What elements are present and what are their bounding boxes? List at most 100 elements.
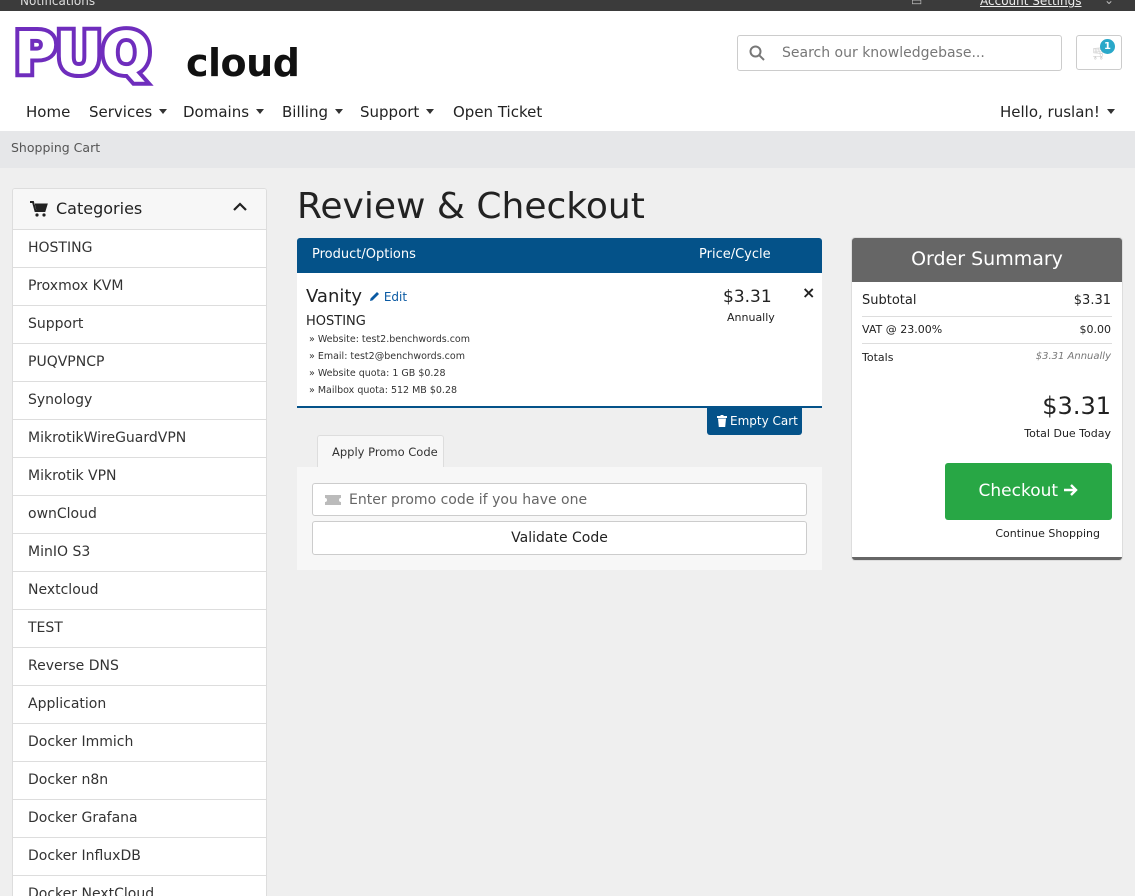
category-item[interactable]: Support <box>13 306 266 344</box>
nav-home[interactable]: Home <box>26 103 70 121</box>
edit-label: Edit <box>383 290 408 304</box>
product-group: HOSTING <box>306 314 366 329</box>
category-item[interactable]: Reverse DNS <box>13 648 266 686</box>
column-header-product: Product/Options <box>312 247 416 262</box>
product-option: » Website: test2.benchwords.com <box>309 334 470 345</box>
remove-item-button[interactable]: × <box>802 283 815 302</box>
promo-code-field <box>312 483 807 516</box>
edit-link[interactable]: Edit <box>369 290 407 304</box>
totals-value: $3.31 Annually <box>1035 351 1111 362</box>
category-label: TEST <box>28 620 63 636</box>
category-item[interactable]: TEST <box>13 610 266 648</box>
order-summary-title: Order Summary <box>911 248 1063 270</box>
empty-cart-label: Empty Cart <box>730 414 798 428</box>
category-item[interactable]: MikrotikWireGuardVPN <box>13 420 266 458</box>
tab-apply-promo-code[interactable]: Apply Promo Code <box>317 435 444 468</box>
language-icon[interactable]: ▭ <box>911 0 922 8</box>
notifications-link[interactable]: Notifications <box>20 0 95 8</box>
promo-panel: Validate Code <box>297 467 822 570</box>
product-option: » Mailbox quota: 512 MB $0.28 <box>309 385 458 396</box>
nav-services[interactable]: Services <box>89 103 168 121</box>
nav-open-ticket[interactable]: Open Ticket <box>453 103 542 121</box>
billing-cycle: Annually <box>727 311 775 324</box>
page-title: Review & Checkout <box>297 186 645 227</box>
search-box <box>737 35 1062 71</box>
nav-billing[interactable]: Billing <box>282 103 343 121</box>
category-label: Docker NextCloud <box>28 886 155 896</box>
category-item[interactable]: PUQVPNCP <box>13 344 266 382</box>
category-label: Docker InfluxDB <box>28 848 141 864</box>
header: PUQ cloud 🛒︎ 1 Home Services Domains Bil… <box>0 11 1135 131</box>
category-label: Docker Immich <box>28 734 134 750</box>
category-item[interactable]: Synology <box>13 382 266 420</box>
category-label: HOSTING <box>28 240 93 256</box>
checkout-button[interactable]: Checkout <box>945 463 1112 520</box>
cart-table-header: Product/Options Price/Cycle <box>297 238 822 273</box>
category-label: Application <box>28 696 107 712</box>
category-label: Synology <box>28 392 93 408</box>
search-icon <box>749 45 765 61</box>
account-settings-link[interactable]: Account Settings <box>980 0 1081 8</box>
total-due-label: Total Due Today <box>1024 427 1111 440</box>
category-item[interactable]: Nextcloud <box>13 572 266 610</box>
category-item[interactable]: Docker Grafana <box>13 800 266 838</box>
order-summary: Order Summary Subtotal $3.31 VAT @ 23.00… <box>852 238 1122 560</box>
caret-down-icon <box>1106 109 1115 114</box>
category-item[interactable]: Docker Immich <box>13 724 266 762</box>
caret-down-icon <box>426 109 435 114</box>
product-price: $3.31 <box>723 287 772 307</box>
ticket-icon <box>325 495 341 505</box>
vat-value: $0.00 <box>1079 323 1112 336</box>
caret-down-icon <box>159 109 168 114</box>
continue-shopping-link[interactable]: Continue Shopping <box>995 527 1100 540</box>
category-label: ownCloud <box>28 506 97 522</box>
category-label: Support <box>28 316 84 332</box>
product-option: » Email: test2@benchwords.com <box>309 351 465 362</box>
category-item[interactable]: Docker NextCloud <box>13 876 266 896</box>
categories-title: Categories <box>56 199 143 218</box>
category-item[interactable]: Docker InfluxDB <box>13 838 266 876</box>
nav-billing-label: Billing <box>282 103 328 121</box>
category-item[interactable]: HOSTING <box>13 230 266 268</box>
category-item[interactable]: MinIO S3 <box>13 534 266 572</box>
pencil-icon <box>370 292 379 301</box>
category-item[interactable]: Docker n8n <box>13 762 266 800</box>
promo-code-input[interactable] <box>349 484 799 515</box>
chevron-down-icon[interactable]: ⌄ <box>1104 0 1114 7</box>
nav-support[interactable]: Support <box>360 103 435 121</box>
arrow-right-icon <box>1064 484 1079 496</box>
category-label: Docker Grafana <box>28 810 138 826</box>
nav-services-label: Services <box>89 103 153 121</box>
product-option: » Website quota: 1 GB $0.28 <box>309 368 446 379</box>
chevron-up-icon[interactable] <box>232 201 248 213</box>
category-label: Reverse DNS <box>28 658 119 674</box>
vat-label: VAT @ 23.00% <box>862 323 943 336</box>
category-item[interactable]: ownCloud <box>13 496 266 534</box>
logo-wordmark: cloud <box>186 41 300 85</box>
checkout-label: Checkout <box>978 481 1059 501</box>
caret-down-icon <box>335 109 343 114</box>
nav-domains[interactable]: Domains <box>183 103 265 121</box>
categories-header[interactable]: Categories <box>13 189 266 230</box>
subtotal-value: $3.31 <box>1073 293 1111 308</box>
cart-button[interactable]: 🛒︎ 1 <box>1076 35 1122 70</box>
divider <box>862 343 1112 344</box>
category-label: Docker n8n <box>28 772 109 788</box>
cart-item-row: Vanity Edit HOSTING » Website: test2.ben… <box>297 273 822 408</box>
nav-user-menu[interactable]: Hello, ruslan! <box>1000 103 1115 121</box>
trash-icon <box>717 415 727 427</box>
search-input[interactable] <box>782 36 1052 70</box>
cart-table: Product/Options Price/Cycle Vanity Edit … <box>297 238 822 408</box>
category-item[interactable]: Proxmox KVM <box>13 268 266 306</box>
category-item[interactable]: Mikrotik VPN <box>13 458 266 496</box>
order-summary-header: Order Summary <box>852 238 1122 282</box>
breadcrumb-item[interactable]: Shopping Cart <box>11 140 100 155</box>
category-label: Nextcloud <box>28 582 99 598</box>
empty-cart-button[interactable]: Empty Cart <box>707 408 802 435</box>
totals-label: Totals <box>862 351 894 364</box>
logo-mark: PUQ <box>10 19 155 87</box>
category-item[interactable]: Application <box>13 686 266 724</box>
product-name: Vanity <box>306 286 363 307</box>
total-due-amount: $3.31 <box>1042 392 1111 420</box>
validate-code-button[interactable]: Validate Code <box>312 521 807 555</box>
